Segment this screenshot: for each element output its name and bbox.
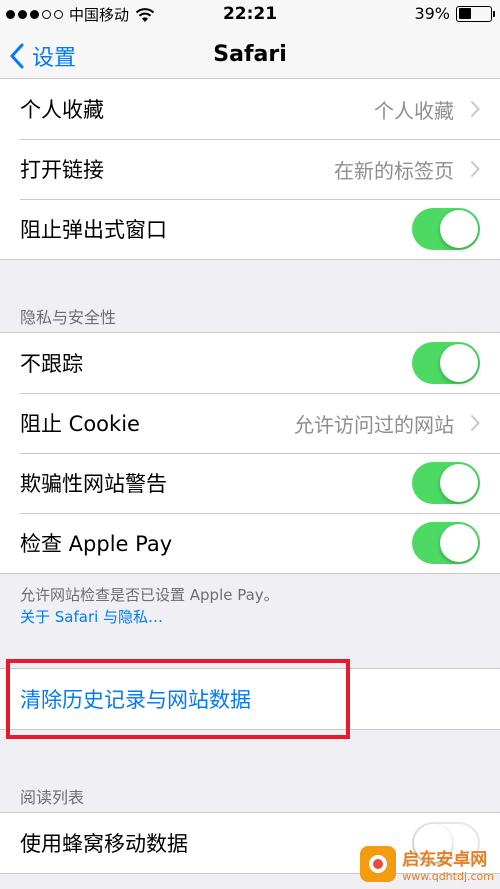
privacy-section-header: 隐私与安全性 (20, 308, 117, 327)
watermark-title: 启东安卓网 (402, 850, 488, 870)
fraud-warning-label: 欺骗性网站警告 (20, 472, 167, 496)
fraud-warning-toggle[interactable] (412, 462, 480, 504)
status-right: 39% (414, 4, 495, 23)
do-not-track-label: 不跟踪 (20, 352, 83, 376)
check-apple-pay-label: 检查 Apple Pay (20, 532, 173, 556)
highlight-box (6, 659, 350, 739)
check-apple-pay-row: 检查 Apple Pay (0, 513, 500, 573)
do-not-track-toggle[interactable] (412, 342, 480, 384)
chevron-right-icon (470, 160, 480, 178)
battery-percent: 39% (414, 4, 450, 23)
general-settings-group: 个人收藏 个人收藏 打开链接 在新的标签页 阻止弹出式窗口 (0, 78, 500, 260)
toggle-knob (440, 344, 478, 382)
block-cookies-row[interactable]: 阻止 Cookie 允许访问过的网站 (0, 393, 500, 453)
battery-icon (456, 5, 495, 22)
battery-level-fill (458, 8, 471, 19)
toggle-knob (440, 210, 478, 248)
block-cookies-value: 允许访问过的网站 (294, 412, 454, 437)
favorites-label: 个人收藏 (20, 98, 104, 122)
privacy-settings-group: 不跟踪 阻止 Cookie 允许访问过的网站 欺骗性网站警告 检查 Apple … (0, 332, 500, 574)
open-links-row[interactable]: 打开链接 在新的标签页 (0, 139, 500, 199)
privacy-footer-text: 允许网站检查是否已设置 Apple Pay。 (20, 586, 279, 604)
do-not-track-row: 不跟踪 (0, 333, 500, 393)
block-cookies-label: 阻止 Cookie (20, 412, 140, 436)
block-popups-label: 阻止弹出式窗口 (20, 218, 167, 242)
open-links-label: 打开链接 (20, 158, 104, 182)
watermark-text: 启东安卓网 www.qdhtdj.com (402, 845, 494, 883)
watermark-url: www.qdhtdj.com (402, 870, 494, 883)
chevron-right-icon (470, 414, 480, 432)
fraud-warning-row: 欺骗性网站警告 (0, 453, 500, 513)
toggle-knob (440, 524, 478, 562)
privacy-footer: 允许网站检查是否已设置 Apple Pay。 关于 Safari 与隐私… (20, 584, 279, 628)
reading-list-section-header: 阅读列表 (20, 788, 85, 807)
chevron-right-icon (470, 100, 480, 118)
toggle-knob (440, 464, 478, 502)
favorites-row[interactable]: 个人收藏 个人收藏 (0, 79, 500, 139)
favorites-value: 个人收藏 (374, 98, 454, 123)
status-bar: 中国移动 22:21 39% (0, 0, 500, 30)
watermark: 启东安卓网 www.qdhtdj.com (360, 845, 494, 883)
check-apple-pay-toggle[interactable] (412, 522, 480, 564)
use-cellular-data-label: 使用蜂窝移动数据 (20, 832, 188, 856)
block-popups-toggle[interactable] (412, 208, 480, 250)
block-popups-row: 阻止弹出式窗口 (0, 199, 500, 259)
watermark-logo-icon (360, 846, 397, 882)
privacy-footer-link[interactable]: 关于 Safari 与隐私… (20, 606, 279, 628)
page-title: Safari (213, 42, 287, 67)
open-links-value: 在新的标签页 (334, 158, 454, 183)
